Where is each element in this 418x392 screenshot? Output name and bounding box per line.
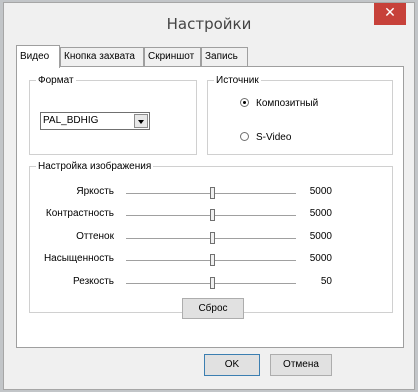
hue-value: 5000 <box>309 231 332 242</box>
format-select[interactable]: PAL_BDHIG <box>40 112 150 130</box>
reset-button[interactable]: Сброс <box>182 298 244 319</box>
hue-label: Оттенок <box>76 231 114 242</box>
image-settings-title: Настройка изображения <box>38 161 152 172</box>
slider-row-sharpness: Резкость 50 <box>30 276 392 292</box>
sharpness-label: Резкость <box>73 276 114 287</box>
brightness-slider[interactable] <box>126 187 296 199</box>
source-group-title: Источник <box>216 75 259 86</box>
title-bar: Настройки ✕ <box>4 3 414 41</box>
close-button[interactable]: ✕ <box>374 3 406 25</box>
tab-video[interactable]: Видео <box>16 45 60 68</box>
slider-thumb[interactable] <box>210 232 215 244</box>
slider-row-brightness: Яркость 5000 <box>30 186 392 202</box>
slider-row-saturation: Насыщенность 5000 <box>30 253 392 269</box>
slider-row-hue: Оттенок 5000 <box>30 231 392 247</box>
contrast-value: 5000 <box>309 208 332 219</box>
ok-button[interactable]: OK <box>204 354 260 376</box>
brightness-value: 5000 <box>309 186 332 197</box>
slider-thumb[interactable] <box>210 277 215 289</box>
saturation-value: 5000 <box>309 253 332 264</box>
radio-unchecked-icon[interactable] <box>240 132 249 141</box>
window-title: Настройки <box>166 15 252 33</box>
screen-frame: Настройки ✕ Видео Кнопка захвата Скриншо… <box>0 0 418 392</box>
format-group: Формат PAL_BDHIG <box>29 75 197 155</box>
chevron-down-icon[interactable] <box>134 114 148 128</box>
radio-checked-icon[interactable] <box>240 98 249 107</box>
tab-capture-button[interactable]: Кнопка захвата <box>60 47 144 67</box>
video-tab-panel: Формат PAL_BDHIG Источник Композитный S-… <box>16 66 404 348</box>
slider-thumb[interactable] <box>210 209 215 221</box>
contrast-slider[interactable] <box>126 209 296 221</box>
saturation-label: Насыщенность <box>43 253 114 264</box>
sharpness-slider[interactable] <box>126 277 296 289</box>
slider-thumb[interactable] <box>210 254 215 266</box>
settings-dialog: Настройки ✕ Видео Кнопка захвата Скриншо… <box>3 2 415 390</box>
format-group-title: Формат <box>38 75 74 86</box>
tab-screenshot[interactable]: Скриншот <box>144 47 201 67</box>
hue-slider[interactable] <box>126 232 296 244</box>
tab-record[interactable]: Запись <box>201 47 248 67</box>
format-select-value: PAL_BDHIG <box>43 115 99 126</box>
slider-row-contrast: Контрастность 5000 <box>30 208 392 224</box>
radio-svideo-label: S-Video <box>256 132 292 143</box>
sharpness-value: 50 <box>320 276 332 287</box>
cancel-button[interactable]: Отмена <box>270 354 332 376</box>
slider-thumb[interactable] <box>210 187 215 199</box>
radio-composite-label: Композитный <box>256 98 319 109</box>
contrast-label: Контрастность <box>45 208 114 219</box>
brightness-label: Яркость <box>76 186 114 197</box>
radio-composite[interactable]: Композитный <box>240 98 318 109</box>
image-settings-group: Настройка изображения Яркость 5000 Контр… <box>29 161 393 319</box>
radio-svideo[interactable]: S-Video <box>240 132 291 143</box>
source-group: Источник Композитный S-Video <box>207 75 393 155</box>
saturation-slider[interactable] <box>126 254 296 266</box>
